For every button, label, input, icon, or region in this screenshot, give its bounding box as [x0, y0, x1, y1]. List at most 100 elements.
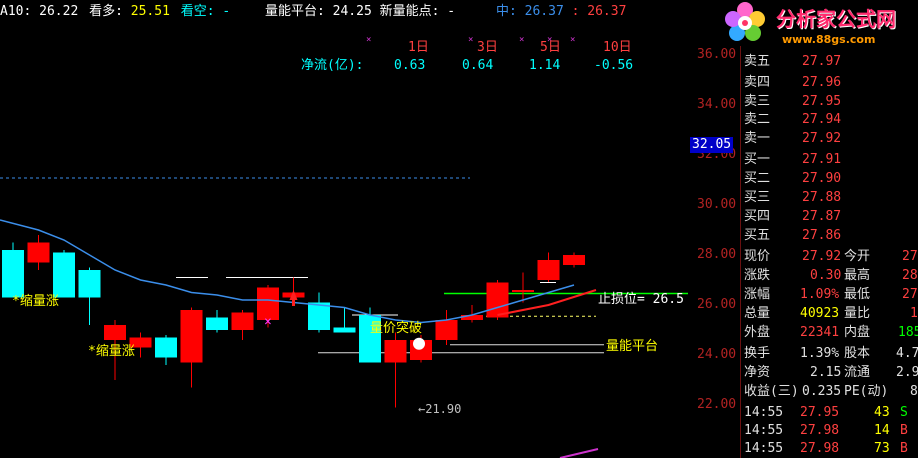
- cross-mark-icon: ×: [264, 315, 272, 330]
- tick-price: 27.98: [800, 441, 840, 456]
- tick-side: B: [900, 441, 908, 456]
- stat-label: 外盘: [744, 325, 771, 340]
- axis-tick-26: 26.00: [697, 297, 737, 312]
- tick-price: 27.98: [800, 423, 840, 438]
- ask-price: 27.96: [802, 75, 842, 90]
- price-chart: ×: [0, 177, 688, 458]
- bid-price: 27.86: [802, 228, 842, 243]
- stat-label: 涨幅: [744, 287, 771, 302]
- candle-body: [231, 312, 254, 330]
- axis-tick-28: 28.00: [697, 247, 737, 262]
- bid-label: 买四: [744, 209, 771, 224]
- stat-value: 27.92: [802, 249, 842, 264]
- stat-value: 4.7: [896, 346, 918, 361]
- stat-label: 最高: [844, 268, 871, 283]
- stat-label: 收益(三): [744, 384, 799, 399]
- tick-side: B: [900, 423, 908, 438]
- stat-value: 0.30: [810, 268, 842, 283]
- logo-title: 分析家公式网: [776, 7, 896, 31]
- stat-label: 流通: [844, 365, 871, 380]
- stat-label: 最低: [844, 287, 871, 302]
- stat-value: 1: [910, 306, 918, 321]
- candle-body: [2, 250, 24, 298]
- bid-label: 买二: [744, 171, 771, 186]
- bid-price: 27.90: [802, 171, 842, 186]
- stat-label: 现价: [744, 249, 771, 264]
- candle-body: [512, 290, 534, 292]
- candle-body: [155, 337, 177, 358]
- ask-label: 卖三: [744, 94, 771, 109]
- ask-label: 卖四: [744, 75, 771, 90]
- tick-price: 27.95: [800, 405, 840, 420]
- stat-value: 28: [902, 268, 918, 283]
- stat-value: 40923: [800, 306, 840, 321]
- candle-body: [435, 320, 458, 340]
- bid-price: 27.87: [802, 209, 842, 224]
- bid-price: 27.91: [802, 152, 842, 167]
- ask-label: 卖五: [744, 54, 771, 69]
- axis-tick-24: 24.00: [697, 347, 737, 362]
- candle-body: [486, 282, 509, 318]
- candle-body: [563, 255, 585, 265]
- stat-label: 涨跌: [744, 268, 771, 283]
- tick-volume: 73: [874, 441, 890, 456]
- bid-price: 27.88: [802, 190, 842, 205]
- annotation-vol-platform: 量能平台: [606, 339, 659, 354]
- candle-body: [78, 270, 101, 298]
- stat-label: 量比: [844, 306, 871, 321]
- site-logo: 分析家公式网 www.88gs.com: [722, 0, 918, 46]
- tick-side: S: [900, 405, 908, 420]
- candle-body: [180, 310, 203, 363]
- candle-body: [104, 325, 126, 340]
- stat-label: 换手: [744, 346, 771, 361]
- axis-tick-36: 36.00: [697, 47, 737, 62]
- stat-value: 8: [910, 384, 918, 399]
- tick-time: 14:55: [744, 423, 784, 438]
- candle-body: [27, 242, 50, 263]
- tick-time: 14:55: [744, 441, 784, 456]
- ask-price: 27.95: [802, 94, 842, 109]
- ask-price: 27.97: [802, 54, 842, 69]
- tick-time: 14:55: [744, 405, 784, 420]
- ask-label: 卖二: [744, 112, 771, 127]
- annotation-vol-breakout: 量价突破: [370, 321, 423, 336]
- stat-value: 22341: [800, 325, 840, 340]
- stock-chart-window: A10: 26.22 看多: 25.51 看空: - 量能平台: 24.25 新…: [0, 0, 918, 458]
- panel-divider: [740, 46, 741, 458]
- candle-body: [53, 252, 75, 298]
- tick-volume: 43: [874, 405, 890, 420]
- price-marker: 32.05: [690, 137, 734, 153]
- tick-volume: 14: [874, 423, 890, 438]
- ask-price: 27.94: [802, 112, 842, 127]
- stat-value: 27: [902, 287, 918, 302]
- stat-value: 0.235: [802, 384, 842, 399]
- bid-label: 买五: [744, 228, 771, 243]
- candle-body: [333, 327, 356, 333]
- annotation-low-price: ←21.90: [418, 402, 462, 416]
- stat-label: PE(动): [844, 384, 889, 399]
- annotation-stop-loss: 止损位= 26.5: [598, 292, 684, 307]
- axis-tick-22: 22.00: [697, 397, 737, 412]
- stat-label: 总量: [744, 306, 771, 321]
- stat-value: 1.09%: [800, 287, 840, 302]
- stat-value: 185: [898, 325, 918, 340]
- stat-value: 2.9: [896, 365, 918, 380]
- breakout-dot-icon: [413, 337, 425, 350]
- logo-url: www.88gs.com: [782, 33, 876, 46]
- stat-label: 股本: [844, 346, 871, 361]
- bid-label: 买三: [744, 190, 771, 205]
- ask-label: 卖一: [744, 131, 771, 146]
- annotation-shrink-up-1: *缩量涨: [12, 294, 59, 309]
- candle-body: [308, 302, 330, 330]
- stat-value: 1.39%: [800, 346, 840, 361]
- stat-value: 2.15: [810, 365, 842, 380]
- stat-label: 净资: [744, 365, 771, 380]
- candle-body: [537, 260, 560, 280]
- stat-label: 今开: [844, 249, 871, 264]
- flower-logo-icon: [725, 2, 765, 41]
- purple-line: [559, 448, 599, 458]
- ask-price: 27.92: [802, 131, 842, 146]
- stat-value: 27: [902, 249, 918, 264]
- bid-label: 买一: [744, 152, 771, 167]
- annotation-shrink-up-2: *缩量涨: [88, 344, 135, 359]
